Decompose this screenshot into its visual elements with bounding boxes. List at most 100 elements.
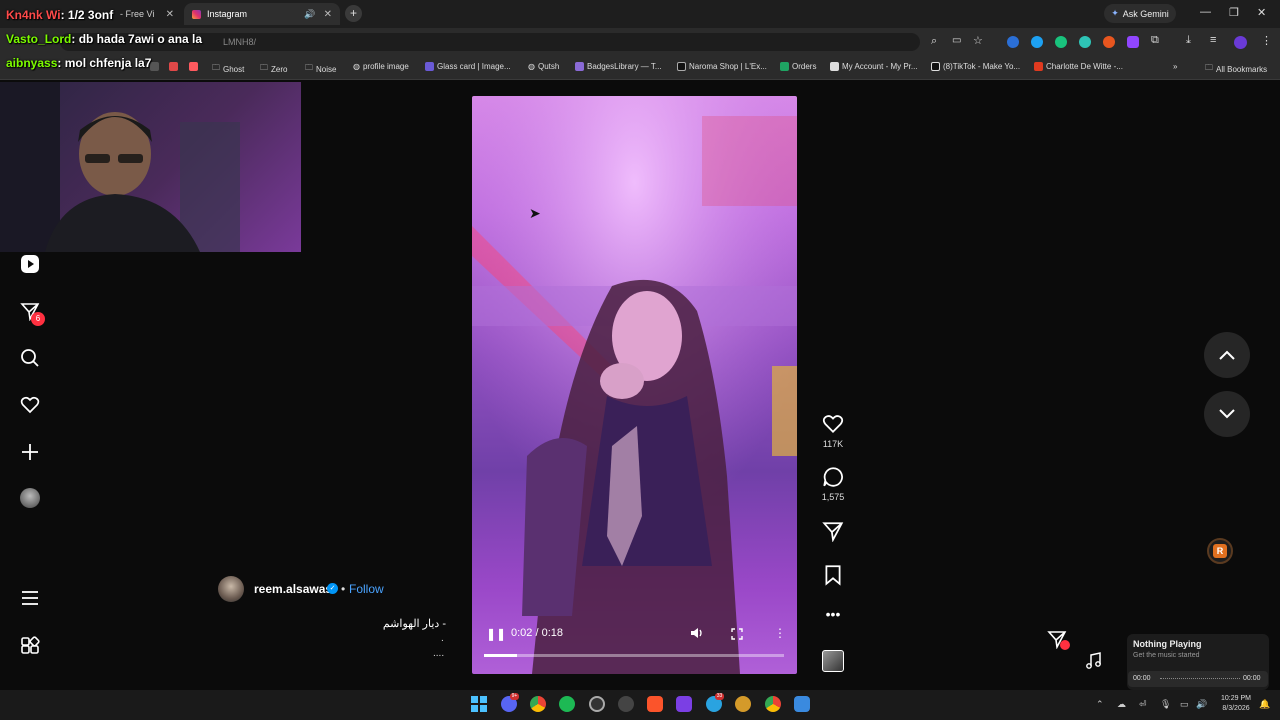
video-options-icon[interactable]: ⋮ (774, 626, 786, 640)
folder-icon: 🗀 (305, 63, 313, 72)
app-purple-icon[interactable] (676, 696, 692, 712)
ask-gemini-button[interactable]: ✦ Ask Gemini (1104, 4, 1176, 23)
chrome-icon[interactable] (530, 696, 546, 712)
spotify-icon[interactable] (559, 696, 575, 712)
chat-message: aibnyass: mol chfenja la7 (6, 56, 151, 70)
bookmark-charlotte[interactable]: Charlotte De Witte -... (1034, 62, 1123, 71)
extension-icon[interactable] (1103, 36, 1115, 48)
folder-icon: 🗀 (212, 63, 220, 72)
chat-username: aibnyass (6, 56, 58, 70)
minimize-icon[interactable]: — (1200, 6, 1211, 18)
tray-overflow-icon[interactable]: ⌃ (1096, 699, 1104, 710)
more-options-icon[interactable]: ••• (821, 606, 845, 622)
music-note-icon[interactable] (1085, 652, 1107, 674)
comment-icon[interactable] (821, 466, 845, 493)
like-icon[interactable] (821, 413, 845, 440)
bookmark-icon-only[interactable] (189, 62, 198, 71)
caption-more-link[interactable]: .... (433, 648, 444, 659)
video-frame-art (472, 96, 797, 674)
volume-icon[interactable] (690, 626, 704, 645)
extension-icon[interactable] (1031, 36, 1043, 48)
app-orange-icon[interactable] (735, 696, 751, 712)
network-icon[interactable]: ▭ (1180, 699, 1189, 710)
app-blue-icon[interactable] (794, 696, 810, 712)
zoom-icon[interactable]: ⌕ (931, 35, 937, 48)
r-logo-icon: R (1213, 544, 1227, 558)
system-clock[interactable]: 10:29 PM 8/3/2026 (1214, 694, 1258, 714)
bookmark-ghost[interactable]: 🗀 Ghost (212, 62, 244, 76)
extension-icon[interactable] (1079, 36, 1091, 48)
extensions-puzzle-icon[interactable]: ⧉ (1151, 34, 1159, 47)
follow-button[interactable]: Follow (349, 582, 384, 596)
taskbar-badge: 33 (715, 693, 724, 700)
author-username[interactable]: reem.alsawas (254, 582, 332, 596)
caption-text: - ديار الهواشم (382, 618, 446, 630)
messages-badge (1060, 640, 1070, 650)
microphone-icon[interactable]: 🎙 (1160, 699, 1171, 710)
reel-video[interactable] (472, 96, 797, 674)
cast-icon[interactable]: ▭ (952, 35, 961, 46)
reels-icon[interactable] (19, 253, 41, 275)
profile-avatar[interactable] (19, 487, 41, 509)
app-icon[interactable] (618, 696, 634, 712)
profile-avatar[interactable] (1234, 36, 1247, 49)
fullscreen-icon[interactable] (731, 627, 743, 645)
bookmark-badgeslibrary[interactable]: BadgesLibrary — T... (575, 62, 662, 71)
previous-reel-button[interactable] (1204, 332, 1250, 378)
tray-app-icon[interactable]: ⏎ (1139, 699, 1147, 710)
chat-text: : db hada 7awi o ana la (71, 32, 203, 46)
apps-grid-icon[interactable] (19, 635, 41, 657)
close-tab-icon[interactable]: ✕ (166, 9, 174, 20)
close-window-icon[interactable]: ✕ (1257, 6, 1266, 19)
restore-icon[interactable]: ❐ (1229, 6, 1239, 19)
bookmark-tiktok[interactable]: (8)TikTok - Make Yo... (931, 62, 1020, 71)
bookmarks-overflow-icon[interactable]: » (1173, 62, 1177, 71)
bookmark-noise[interactable]: 🗀 Noise (305, 62, 336, 76)
save-bookmark-icon[interactable] (821, 564, 845, 591)
speaker-icon[interactable]: 🔊 (304, 9, 315, 20)
audio-thumbnail[interactable] (821, 650, 845, 672)
tab-instagram[interactable]: Instagram 🔊 ✕ (184, 3, 340, 25)
search-icon[interactable] (19, 347, 41, 369)
chat-message: Vasto_Lord: db hada 7awi o ana la (6, 32, 202, 46)
video-time: 0:02 / 0:18 (511, 627, 563, 639)
bookmark-star-icon[interactable]: ☆ (973, 34, 983, 47)
bookmark-orders[interactable]: Orders (780, 62, 816, 71)
heart-icon[interactable] (19, 394, 41, 416)
windows-start-icon[interactable] (471, 696, 487, 712)
new-tab-button[interactable]: + (345, 5, 362, 22)
chrome-profile-icon[interactable] (765, 696, 781, 712)
bookmark-my-account[interactable]: My Account - My Pr... (830, 62, 918, 71)
tray-app-icon[interactable]: ☁ (1117, 699, 1126, 710)
extension-icon[interactable] (1007, 36, 1019, 48)
volume-tray-icon[interactable]: 🔊 (1196, 699, 1207, 710)
bookmark-naroma-shop[interactable]: Naroma Shop | L'Ex... (677, 62, 767, 71)
bookmark-icon-only[interactable] (169, 62, 178, 71)
bookmark-profile-image[interactable]: ◍ profile image (353, 62, 409, 71)
brave-icon[interactable] (647, 696, 663, 712)
next-reel-button[interactable] (1204, 391, 1250, 437)
obs-icon[interactable] (589, 696, 605, 712)
twitch-extension-icon[interactable] (1127, 36, 1139, 48)
hamburger-menu-icon[interactable] (19, 587, 41, 609)
bookmark-zero[interactable]: 🗀 Zero (260, 62, 287, 76)
share-icon[interactable] (821, 520, 845, 547)
pause-icon[interactable]: ❚❚ (486, 627, 506, 641)
video-progress-bar[interactable] (484, 654, 784, 657)
notifications-tray-icon[interactable]: 🔔 (1259, 699, 1270, 710)
menu-kebab-icon[interactable]: ⋮ (1261, 34, 1272, 47)
streamer-silhouette (0, 82, 240, 252)
bookmark-qutsh[interactable]: ◍ Qutsh (528, 62, 559, 71)
now-playing-title: Nothing Playing (1133, 639, 1202, 649)
close-tab-icon[interactable]: ✕ (324, 9, 332, 20)
bookmark-glass-card[interactable]: Glass card | Image... (425, 62, 511, 71)
tab-search-icon[interactable]: ≡ (1210, 34, 1216, 46)
author-avatar[interactable] (218, 576, 244, 602)
extension-r-badge[interactable]: R (1207, 538, 1233, 564)
extension-icon[interactable] (1055, 36, 1067, 48)
all-bookmarks[interactable]: 🗀 All Bookmarks (1205, 62, 1267, 76)
now-playing-timeline[interactable]: 00:00 00:00 (1128, 671, 1268, 687)
create-plus-icon[interactable] (19, 441, 41, 463)
globe-icon: ◍ (528, 62, 535, 71)
download-icon[interactable]: ⤓ (1186, 34, 1191, 47)
